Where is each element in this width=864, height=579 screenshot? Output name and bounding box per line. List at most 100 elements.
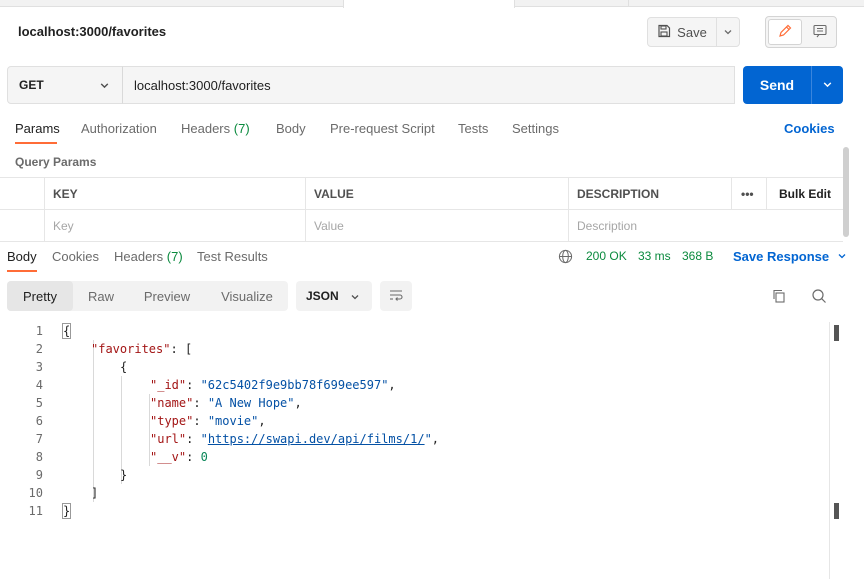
line-number: 10	[28, 486, 43, 500]
view-pretty[interactable]: Pretty	[7, 281, 73, 311]
request-title[interactable]: localhost:3000/favorites	[18, 24, 166, 39]
view-visualize[interactable]: Visualize	[207, 281, 287, 311]
save-response-label: Save Response	[733, 249, 830, 264]
code-line: 3{	[0, 358, 828, 376]
code-line: 1{	[0, 322, 828, 340]
json-key: "_id"	[150, 378, 187, 392]
tab-params[interactable]: Params	[15, 121, 60, 136]
line-number: 1	[35, 324, 43, 338]
key-placeholder: Key	[53, 219, 74, 233]
editor-scrollbar-track[interactable]	[829, 322, 830, 579]
response-time[interactable]: 33 ms	[638, 249, 671, 263]
chevron-down-icon	[350, 291, 360, 305]
value-input[interactable]: Value	[305, 210, 569, 242]
code-line: 9}	[0, 466, 828, 484]
more-options-button[interactable]: •••	[731, 178, 767, 210]
column-header-value: VALUE	[305, 178, 569, 210]
search-button[interactable]	[809, 287, 829, 307]
query-params-table: KEY VALUE DESCRIPTION ••• Bulk Edit Key …	[0, 177, 843, 242]
documentation-mode-button[interactable]	[804, 17, 836, 47]
response-headers-count: (7)	[166, 249, 183, 264]
line-number: 11	[28, 504, 43, 518]
save-icon	[657, 24, 671, 41]
tab-response-headers-label: Headers	[114, 249, 164, 264]
json-key: "favorites"	[91, 342, 171, 356]
chevron-down-icon	[99, 80, 110, 94]
send-options-button[interactable]	[811, 66, 843, 104]
code-line: 7 "url": "https://swapi.dev/api/films/1/"…	[0, 430, 828, 448]
wrap-icon	[388, 287, 404, 306]
line-number: 9	[35, 468, 43, 482]
brace: }	[61, 503, 72, 519]
line-number: 2	[35, 342, 43, 356]
send-button-group: Send	[743, 66, 843, 104]
json-key: "name"	[150, 396, 194, 410]
json-string: "movie"	[207, 414, 259, 428]
active-request-tab[interactable]	[343, 0, 515, 8]
line-number: 7	[35, 432, 43, 446]
url-input[interactable]: localhost:3000/favorites	[122, 66, 735, 104]
line-number: 8	[35, 450, 43, 464]
response-size[interactable]: 368 B	[682, 249, 713, 263]
view-mode-tabs: Pretty Raw Preview Visualize	[7, 281, 288, 311]
code-line: 4 "_id": "62c5402f9e9bb78f699ee597",	[0, 376, 828, 394]
tab-divider	[628, 0, 629, 7]
json-url-link[interactable]: https://swapi.dev/api/films/1/	[208, 432, 425, 446]
tab-response-headers[interactable]: Headers (7)	[114, 249, 183, 264]
scrollbar[interactable]	[843, 147, 849, 237]
globe-icon[interactable]	[558, 249, 573, 267]
line-number: 3	[35, 360, 43, 374]
headers-count: (7)	[233, 121, 250, 136]
description-header-label: DESCRIPTION	[577, 187, 660, 201]
save-button[interactable]: Save	[648, 18, 716, 46]
edit-mode-button[interactable]	[768, 19, 802, 45]
json-number: 0	[200, 450, 208, 464]
save-response-button[interactable]: Save Response	[733, 249, 847, 264]
copy-button[interactable]	[769, 287, 789, 307]
status-code[interactable]: 200 OK	[586, 249, 627, 263]
code-line: 6 "type": "movie",	[0, 412, 828, 430]
bracket-match-marker	[834, 503, 839, 519]
top-tab-strip	[0, 0, 864, 8]
tab-test-results[interactable]: Test Results	[197, 249, 268, 264]
bracket: [	[184, 342, 193, 356]
description-input[interactable]: Description	[568, 210, 843, 242]
view-preview[interactable]: Preview	[131, 281, 203, 311]
bulk-edit-label: Bulk Edit	[779, 187, 832, 201]
tab-body[interactable]: Body	[276, 121, 306, 136]
save-button-group: Save	[647, 17, 740, 47]
bulk-edit-button[interactable]: Bulk Edit	[766, 178, 843, 210]
table-row: Key Value Description	[0, 210, 843, 242]
tab-response-body[interactable]: Body	[7, 249, 37, 264]
brace: }	[120, 468, 128, 482]
wrap-lines-button[interactable]	[380, 281, 412, 311]
cookies-link[interactable]: Cookies	[784, 121, 835, 136]
method-value: GET	[19, 78, 44, 92]
tab-tests[interactable]: Tests	[458, 121, 488, 136]
view-raw[interactable]: Raw	[75, 281, 127, 311]
line-number: 6	[35, 414, 43, 428]
comment-icon	[812, 23, 828, 42]
tab-authorization[interactable]: Authorization	[81, 121, 157, 136]
table-header-row: KEY VALUE DESCRIPTION ••• Bulk Edit	[0, 178, 843, 210]
query-params-title: Query Params	[15, 155, 97, 169]
active-tab-indicator	[15, 142, 57, 144]
tab-settings[interactable]: Settings	[512, 121, 559, 136]
column-header-description: DESCRIPTION	[568, 178, 732, 210]
save-options-button[interactable]	[716, 18, 739, 46]
format-select[interactable]: JSON	[296, 281, 372, 311]
value-placeholder: Value	[314, 219, 344, 233]
method-select[interactable]: GET	[7, 66, 123, 104]
save-label: Save	[677, 24, 707, 40]
bracket: ]	[91, 486, 99, 500]
active-response-tab-indicator	[7, 270, 37, 272]
tab-headers[interactable]: Headers (7)	[181, 121, 250, 136]
bracket-match-marker	[834, 325, 839, 341]
chevron-down-icon	[822, 78, 833, 93]
send-button[interactable]: Send	[743, 66, 811, 104]
key-input[interactable]: Key	[44, 210, 306, 242]
tab-response-cookies[interactable]: Cookies	[52, 249, 99, 264]
copy-icon	[771, 288, 787, 307]
tab-pre-request-script[interactable]: Pre-request Script	[330, 121, 435, 136]
json-string: "A New Hope"	[207, 396, 295, 410]
